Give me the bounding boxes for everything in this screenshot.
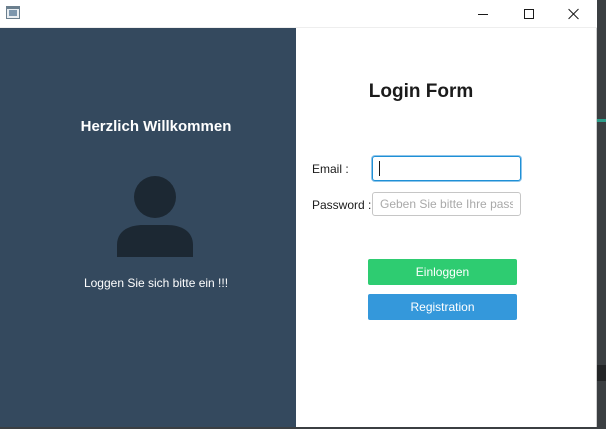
email-label: Email : — [312, 162, 349, 176]
minimize-button[interactable] — [460, 0, 506, 28]
minimize-icon — [478, 13, 488, 15]
close-icon — [568, 8, 580, 20]
password-field[interactable] — [372, 192, 521, 216]
maximize-button[interactable] — [506, 0, 552, 28]
welcome-heading: Herzlich Willkommen — [80, 118, 232, 135]
password-label: Password : — [312, 198, 372, 212]
maximize-icon — [524, 9, 534, 19]
app-window-icon — [6, 6, 20, 19]
login-button[interactable]: Einloggen — [368, 259, 517, 285]
title-bar — [0, 0, 597, 28]
close-button[interactable] — [551, 0, 597, 28]
text-caret — [379, 161, 380, 176]
app-window: Herzlich Willkommen Loggen Sie sich bitt… — [0, 0, 597, 427]
login-hint-text: Loggen Sie sich bitte ein !!! — [83, 276, 229, 290]
background-window-strip — [597, 365, 606, 381]
form-title: Login Form — [368, 81, 474, 102]
register-button[interactable]: Registration — [368, 294, 517, 320]
background-window-strip — [597, 119, 606, 122]
email-field[interactable] — [372, 156, 521, 181]
user-icon — [117, 176, 193, 257]
